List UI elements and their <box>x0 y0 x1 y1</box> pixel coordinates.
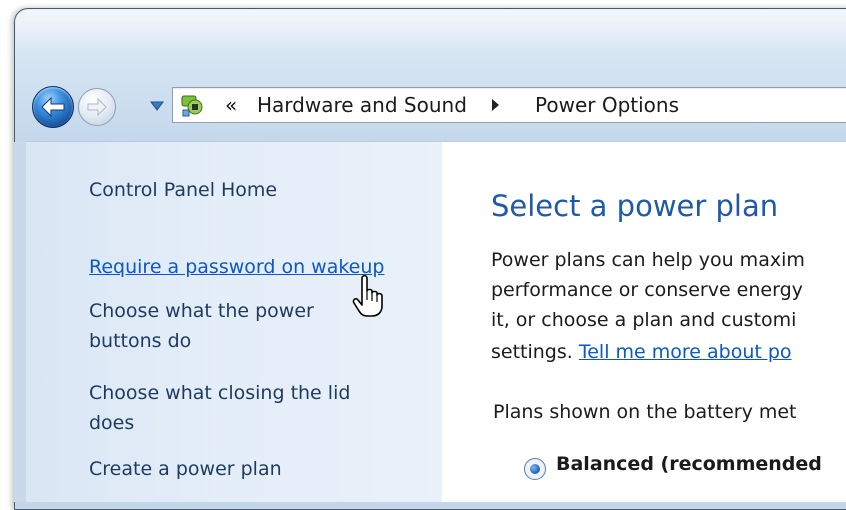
description-line: Power plans can help you maxim <box>491 249 805 271</box>
choose-lid-line2: does <box>89 412 135 434</box>
chevron-down-icon <box>150 101 164 111</box>
choose-power-buttons-link[interactable]: Choose what the power buttons do <box>89 296 314 356</box>
window-frame-top <box>16 10 846 50</box>
description-line: performance or conserve energy <box>491 279 803 301</box>
breadcrumb-separator-arrow[interactable] <box>492 99 499 111</box>
back-button[interactable] <box>32 86 74 128</box>
choose-lid-closing-link[interactable]: Choose what closing the lid does <box>89 378 350 438</box>
recent-pages-button[interactable] <box>150 100 164 112</box>
breadcrumb-hardware-and-sound[interactable]: Hardware and Sound <box>257 92 467 118</box>
back-arrow-icon <box>41 96 65 118</box>
plans-shown-label: Plans shown on the battery met <box>493 401 797 423</box>
page-title: Select a power plan <box>491 189 779 223</box>
description-line: it, or choose a plan and customi <box>491 309 797 331</box>
control-panel-home-link[interactable]: Control Panel Home <box>89 175 277 205</box>
require-password-link[interactable]: Require a password on wakeup <box>89 252 384 282</box>
hardware-and-sound-icon <box>181 95 203 117</box>
create-power-plan-link[interactable]: Create a power plan <box>89 454 282 484</box>
address-bar[interactable]: « Hardware and Sound Power Options <box>172 87 846 123</box>
choose-power-buttons-line1: Choose what the power <box>89 300 314 322</box>
balanced-plan-radio[interactable] <box>524 458 546 480</box>
forward-arrow-icon <box>87 97 107 117</box>
tell-me-more-link[interactable]: Tell me more about po <box>579 341 792 363</box>
balanced-plan-label[interactable]: Balanced (recommended <box>556 453 822 475</box>
breadcrumb-power-options[interactable]: Power Options <box>535 92 679 118</box>
forward-button[interactable] <box>78 88 116 126</box>
radio-selected-dot <box>530 464 540 474</box>
hand-cursor-icon <box>352 274 383 317</box>
description-line: settings. Tell me more about po <box>491 337 792 367</box>
choose-power-buttons-line2: buttons do <box>89 330 192 352</box>
address-overflow-chevron[interactable]: « <box>225 92 237 118</box>
choose-lid-line1: Choose what closing the lid <box>89 382 351 404</box>
description-settings-text: settings. <box>491 341 579 363</box>
